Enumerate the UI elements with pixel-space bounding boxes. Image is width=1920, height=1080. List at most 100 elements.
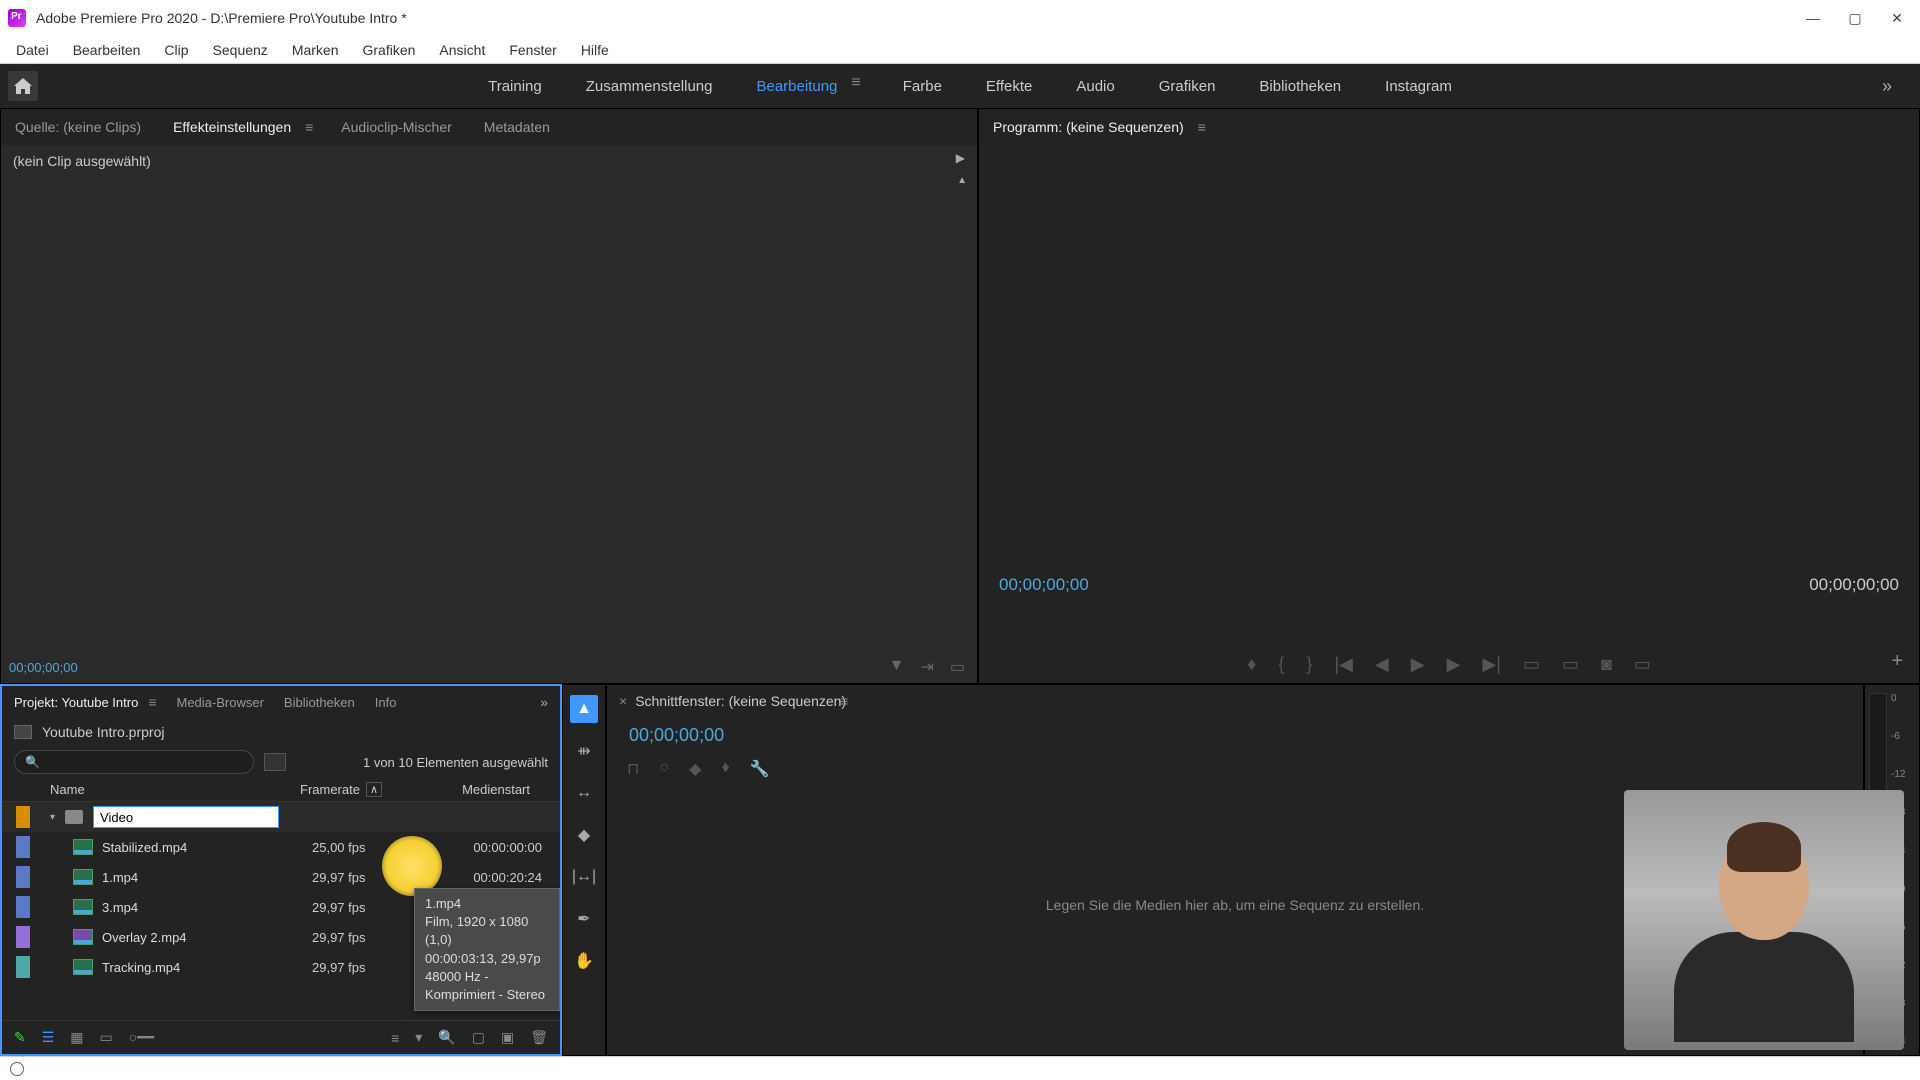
- tab-timeline[interactable]: Schnittfenster: (keine Sequenzen): [635, 693, 846, 709]
- workspace-farbe[interactable]: Farbe: [901, 74, 944, 99]
- statusbar: [0, 1056, 1920, 1080]
- bin-name-input[interactable]: [93, 806, 279, 828]
- play-icon[interactable]: ▶: [1411, 654, 1425, 675]
- project-overflow-icon[interactable]: »: [540, 694, 548, 710]
- razor-tool-icon[interactable]: ◆: [570, 821, 598, 849]
- label-chip[interactable]: [16, 836, 30, 858]
- mark-in-icon[interactable]: {: [1278, 654, 1284, 675]
- program-tab-menu-icon[interactable]: ≡: [1198, 119, 1206, 135]
- maximize-button[interactable]: ▢: [1848, 11, 1862, 25]
- minimize-button[interactable]: —: [1806, 11, 1820, 25]
- lift-icon[interactable]: ▭: [1523, 654, 1540, 675]
- chevron-down-icon[interactable]: ▾: [50, 812, 55, 823]
- workspace-zusammenstellung[interactable]: Zusammenstellung: [584, 74, 715, 99]
- add-marker-icon[interactable]: ♦: [1247, 654, 1256, 675]
- export-frame-icon[interactable]: ▭: [950, 657, 965, 677]
- menu-datei[interactable]: Datei: [4, 38, 61, 62]
- tab-metadata[interactable]: Metadaten: [480, 113, 554, 141]
- extract-icon[interactable]: ▭: [1562, 654, 1579, 675]
- snap-icon[interactable]: ⊓: [627, 759, 639, 779]
- expand-arrow-icon[interactable]: ▶: [956, 151, 965, 165]
- tab-menu-icon[interactable]: ≡: [305, 119, 313, 135]
- automate-icon[interactable]: ▾: [415, 1029, 422, 1046]
- tooltip-line: 1.mp4: [425, 895, 549, 913]
- step-back-icon[interactable]: ◀: [1375, 654, 1389, 675]
- label-chip[interactable]: [16, 926, 30, 948]
- linked-selection-icon[interactable]: ○: [659, 759, 669, 779]
- menu-bearbeiten[interactable]: Bearbeiten: [61, 38, 153, 62]
- freeform-view-icon[interactable]: ▭: [100, 1029, 113, 1046]
- workspace-training[interactable]: Training: [486, 74, 544, 99]
- label-chip[interactable]: [16, 956, 30, 978]
- table-row[interactable]: Stabilized.mp4 25,00 fps 00:00:00:00: [2, 832, 560, 862]
- mark-out-icon[interactable]: }: [1306, 654, 1312, 675]
- table-row[interactable]: ▾: [2, 802, 560, 832]
- new-bin-icon[interactable]: ▢: [472, 1029, 485, 1046]
- menu-fenster[interactable]: Fenster: [497, 38, 568, 62]
- workspace-menu-icon[interactable]: ≡: [851, 74, 860, 99]
- column-name[interactable]: Name: [50, 782, 300, 797]
- slip-tool-icon[interactable]: |↔|: [570, 863, 598, 891]
- button-editor-icon[interactable]: +: [1891, 650, 1903, 673]
- pen-icon[interactable]: ✎: [14, 1029, 26, 1046]
- icon-view-icon[interactable]: ▦: [70, 1029, 83, 1046]
- hand-tool-icon[interactable]: ✋: [570, 947, 598, 975]
- project-search-input[interactable]: 🔍: [14, 750, 254, 774]
- column-framerate[interactable]: Framerate ∧: [300, 782, 410, 797]
- timeline-close-icon[interactable]: ×: [619, 693, 627, 709]
- delete-icon[interactable]: 🗑: [530, 1029, 548, 1046]
- tab-libraries[interactable]: Bibliotheken: [284, 695, 355, 710]
- label-chip[interactable]: [16, 896, 30, 918]
- transition-icon[interactable]: ⇥: [920, 657, 933, 677]
- tab-audioclip-mixer[interactable]: Audioclip-Mischer: [337, 113, 455, 141]
- filter-icon[interactable]: ▼: [889, 657, 905, 677]
- workspace-instagram[interactable]: Instagram: [1383, 74, 1454, 99]
- tab-source[interactable]: Quelle: (keine Clips): [11, 113, 145, 141]
- home-button[interactable]: [8, 71, 38, 101]
- column-mediastart[interactable]: Medienstart: [410, 782, 530, 797]
- menu-sequenz[interactable]: Sequenz: [201, 38, 280, 62]
- tab-program[interactable]: Programm: (keine Sequenzen): [989, 113, 1188, 141]
- step-forward-icon[interactable]: ▶: [1447, 654, 1461, 675]
- add-marker-tl-icon[interactable]: ◆: [689, 759, 701, 779]
- selection-tool-icon[interactable]: ▲: [570, 695, 598, 723]
- tab-project[interactable]: Projekt: Youtube Intro: [14, 695, 138, 710]
- timeline-tab-menu-icon[interactable]: ≡: [840, 693, 848, 709]
- menu-clip[interactable]: Clip: [152, 38, 200, 62]
- menu-marken[interactable]: Marken: [280, 38, 351, 62]
- ripple-edit-tool-icon[interactable]: ↔: [570, 779, 598, 807]
- marker-icon[interactable]: ♦: [721, 759, 729, 779]
- label-chip[interactable]: [16, 866, 30, 888]
- tab-media-browser[interactable]: Media-Browser: [176, 695, 263, 710]
- list-view-icon[interactable]: ☰: [42, 1029, 55, 1046]
- workspace-bibliotheken[interactable]: Bibliotheken: [1257, 74, 1343, 99]
- collapse-arrow-icon[interactable]: ▲: [957, 175, 967, 186]
- menu-grafiken[interactable]: Grafiken: [351, 38, 428, 62]
- zoom-slider-icon[interactable]: ○━━: [129, 1029, 154, 1046]
- track-select-tool-icon[interactable]: ⇻: [570, 737, 598, 765]
- settings-icon[interactable]: 🔧: [750, 759, 770, 779]
- sort-icon[interactable]: ≡: [391, 1030, 399, 1046]
- go-to-in-icon[interactable]: |◀: [1334, 654, 1353, 675]
- pen-tool-icon[interactable]: ✒: [570, 905, 598, 933]
- workspace-audio[interactable]: Audio: [1074, 74, 1116, 99]
- close-button[interactable]: ✕: [1890, 11, 1904, 25]
- timeline-timecode[interactable]: 00;00;00;00: [629, 725, 724, 746]
- thumbnail-toggle-icon[interactable]: [264, 753, 286, 771]
- new-item-icon[interactable]: ▣: [501, 1029, 514, 1046]
- label-chip[interactable]: [16, 806, 30, 828]
- export-frame-icon[interactable]: ◙: [1601, 654, 1612, 675]
- menu-ansicht[interactable]: Ansicht: [427, 38, 497, 62]
- workspace-grafiken[interactable]: Grafiken: [1157, 74, 1218, 99]
- workspace-bearbeitung[interactable]: Bearbeitung: [754, 74, 839, 99]
- workspace-overflow-icon[interactable]: »: [1882, 76, 1892, 97]
- project-tab-menu-icon[interactable]: ≡: [148, 694, 156, 710]
- comparison-icon[interactable]: ▭: [1634, 654, 1651, 675]
- tab-info[interactable]: Info: [375, 695, 397, 710]
- find-icon[interactable]: 🔍: [438, 1029, 455, 1046]
- menu-hilfe[interactable]: Hilfe: [569, 38, 621, 62]
- timeline-drop-hint: Legen Sie die Medien hier ab, um eine Se…: [1046, 897, 1424, 913]
- workspace-effekte[interactable]: Effekte: [984, 74, 1034, 99]
- go-to-out-icon[interactable]: ▶|: [1482, 654, 1501, 675]
- tab-effect-settings[interactable]: Effekteinstellungen: [169, 113, 295, 141]
